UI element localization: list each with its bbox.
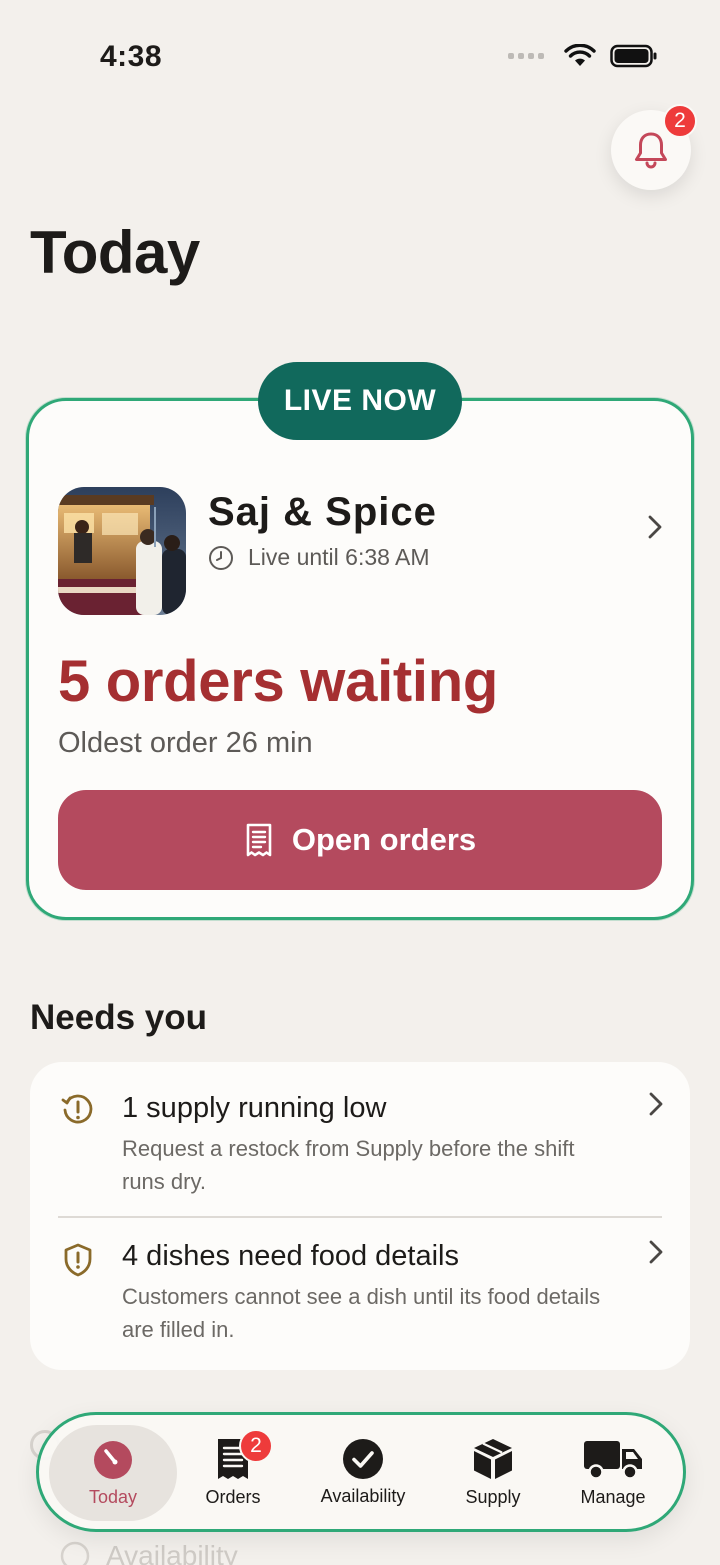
tab-availability[interactable]: Availability (299, 1415, 427, 1529)
tab-label: Availability (320, 1485, 406, 1506)
tab-manage[interactable]: Manage (549, 1415, 677, 1529)
tab-label: Today (88, 1486, 138, 1507)
live-until-text: Live until 6:38 AM (248, 544, 430, 570)
venue-name: Saj & Spice (208, 490, 437, 534)
history-alert-icon (61, 1094, 93, 1124)
clock-icon (209, 545, 233, 570)
venue-photo (58, 487, 186, 615)
live-status-pill: LIVE NOW (258, 362, 462, 440)
tab-label: Manage (580, 1486, 646, 1507)
wifi-icon (564, 44, 596, 66)
tab-supply[interactable]: Supply (429, 1415, 557, 1529)
open-orders-label: Open orders (291, 822, 477, 857)
ghost-row: Availability (60, 1540, 238, 1565)
need-item-supply[interactable]: 1 supply running low Request a restock f… (30, 1062, 690, 1216)
check-circle-icon (60, 1541, 90, 1565)
shield-alert-icon (64, 1243, 92, 1277)
gauge-icon (94, 1440, 132, 1479)
battery-icon (610, 44, 657, 68)
need-item-food-details[interactable]: 4 dishes need food details Customers can… (30, 1218, 690, 1370)
tab-today[interactable]: Today (49, 1425, 177, 1521)
need-item-title: 1 supply running low (122, 1092, 387, 1124)
notifications-button[interactable]: 2 (611, 104, 697, 190)
chevron-right-icon (649, 1092, 663, 1116)
tab-label: Orders (205, 1486, 261, 1507)
chevron-right-icon (649, 1240, 663, 1264)
chevron-right-icon[interactable] (645, 514, 665, 540)
needs-you-title: Needs you (30, 998, 207, 1037)
needs-you-card: 1 supply running low Request a restock f… (30, 1062, 690, 1370)
tab-orders[interactable]: Orders 2 (169, 1415, 297, 1529)
status-time: 4:38 (100, 40, 163, 73)
status-icons (508, 44, 658, 68)
oldest-order-age: Oldest order 26 min (58, 727, 313, 759)
notifications-badge: 2 (663, 104, 697, 138)
need-item-description: Request a restock from Supply before the… (122, 1136, 575, 1194)
orders-badge: 2 (239, 1429, 273, 1463)
package-icon (474, 1438, 512, 1479)
tab-label: Supply (465, 1486, 521, 1507)
need-item-title: 4 dishes need food details (122, 1240, 459, 1272)
truck-icon (584, 1440, 642, 1480)
open-orders-button[interactable]: Open orders (58, 790, 662, 890)
receipt-icon (246, 823, 272, 857)
live-until-row: Live until 6:38 AM (208, 544, 430, 571)
need-item-description: Customers cannot see a dish until its fo… (122, 1284, 601, 1342)
orders-waiting-count: 5 orders waiting (58, 649, 498, 714)
tab-bar: Today Orders 2 Availability Supply Manag… (36, 1412, 686, 1532)
status-bar: 4:38 (0, 0, 720, 110)
bell-icon (635, 132, 667, 169)
ghost-label: Availability (106, 1540, 238, 1565)
checkmark-circle-icon (343, 1438, 383, 1479)
cellular-signal-icon (508, 53, 544, 59)
page-title: Today (30, 219, 200, 286)
